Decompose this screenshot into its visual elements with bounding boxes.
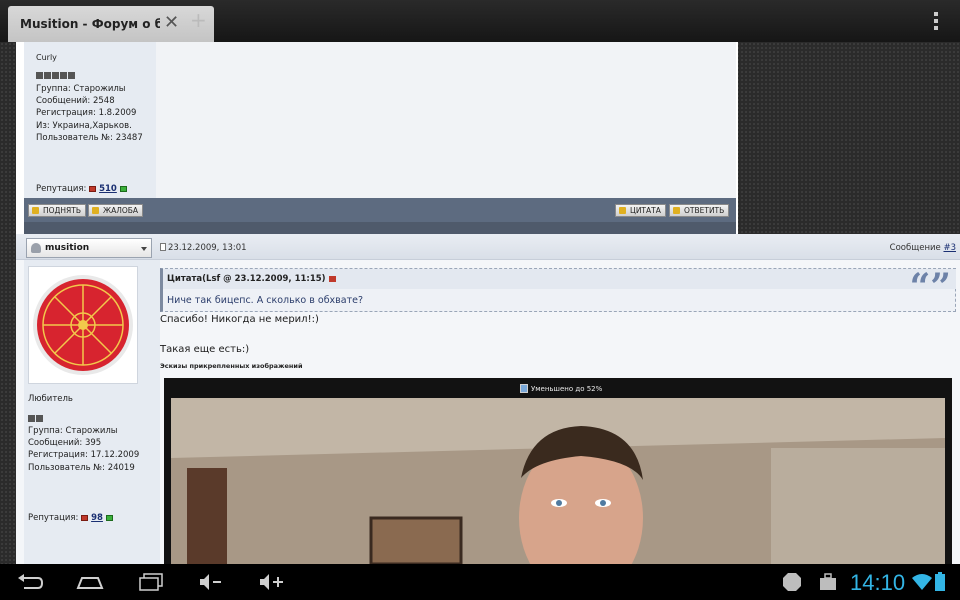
post-permalink[interactable]: #3 xyxy=(943,243,956,253)
user-messages: Сообщений: 2548 xyxy=(36,96,115,106)
up-arrow-icon xyxy=(32,207,39,214)
rank-pips xyxy=(28,407,44,426)
reputation-value[interactable]: 510 xyxy=(99,184,117,194)
system-navigation-bar: 14:10 xyxy=(0,564,960,600)
user-location: Из: Украина,Харьков. xyxy=(36,121,132,131)
home-icon[interactable] xyxy=(76,572,104,592)
post-body-line: Такая еще есть:) xyxy=(160,344,250,355)
image-icon xyxy=(520,384,528,393)
reputation-label: Репутация: xyxy=(36,184,87,194)
attachments-label: Эскизы прикрепленных изображений xyxy=(160,362,303,370)
user-menu-dropdown[interactable]: musition xyxy=(26,238,152,258)
quote-block: Цитата(Lsf @ 23.12.2009, 11:15) Ниче так… xyxy=(160,268,956,312)
user-registered: Регистрация: 1.8.2009 xyxy=(36,108,137,118)
plus-icon xyxy=(619,207,626,214)
post-username: musition xyxy=(45,243,90,253)
user-number: Пользователь №: 24019 xyxy=(28,463,135,473)
browser-tab-bar: Musition - Форум о боди... ✕ + xyxy=(0,0,960,42)
wifi-icon xyxy=(912,574,932,590)
bump-button[interactable]: ПОДНЯТЬ xyxy=(28,204,86,217)
tab-title: Musition - Форум о боди... xyxy=(20,17,160,31)
user-icon xyxy=(31,243,41,253)
briefcase-icon[interactable] xyxy=(818,572,838,592)
back-icon[interactable] xyxy=(16,572,44,592)
quote-mark-icon: “” xyxy=(909,266,951,308)
adblock-icon[interactable] xyxy=(782,572,802,592)
user-group: Группа: Старожилы xyxy=(28,426,118,436)
resize-note: Уменьшено до 52% xyxy=(520,384,602,393)
avatar xyxy=(28,266,138,384)
close-tab-icon[interactable]: ✕ xyxy=(164,14,179,32)
recent-apps-icon[interactable] xyxy=(138,572,166,592)
reputation-value[interactable]: 98 xyxy=(91,513,103,523)
quote-button[interactable]: ЦИТАТА xyxy=(615,204,666,217)
user-group: Группа: Старожилы xyxy=(36,84,126,94)
user-rank: Любитель xyxy=(28,394,73,404)
warning-icon xyxy=(92,207,99,214)
post-content xyxy=(156,42,736,198)
post-header: musition 23.12.2009, 13:01 Сообщение #3 xyxy=(16,234,960,260)
rank-pips xyxy=(36,64,76,79)
battery-icon xyxy=(935,572,945,591)
post-number: Сообщение #3 xyxy=(889,243,956,253)
reputation: Репутация: 98 xyxy=(28,513,113,523)
volume-up-icon[interactable] xyxy=(258,572,286,592)
reputation-plus-icon[interactable] xyxy=(119,185,127,192)
document-icon xyxy=(160,243,166,251)
clock: 14:10 xyxy=(850,570,906,595)
volume-down-icon[interactable] xyxy=(198,572,224,592)
username: Curly xyxy=(36,53,57,62)
forum-post: musition 23.12.2009, 13:01 Сообщение #3 xyxy=(16,234,960,564)
new-tab-button[interactable]: + xyxy=(190,10,207,30)
reputation-minus-icon[interactable] xyxy=(89,185,97,192)
overflow-menu-icon[interactable] xyxy=(930,12,942,30)
post-button-bar: ПОДНЯТЬ ЖАЛОБА ЦИТАТА ОТВЕТИТЬ xyxy=(24,198,736,222)
user-panel: Curly Группа: Старожилы Сообщений: 2548 … xyxy=(24,42,156,198)
reputation: Репутация: 510 xyxy=(36,184,127,194)
quote-icon xyxy=(673,207,680,214)
previous-post: Curly Группа: Старожилы Сообщений: 2548 … xyxy=(16,42,738,234)
reputation-plus-icon[interactable] xyxy=(105,514,113,521)
user-panel: Любитель Группа: Старожилы Сообщений: 39… xyxy=(24,260,160,564)
attached-image-frame[interactable]: Уменьшено до 52% xyxy=(164,378,952,564)
quote-text: Ниче так бицепс. А сколько в обхвате? xyxy=(167,295,364,306)
user-registered: Регистрация: 17.12.2009 xyxy=(28,450,140,460)
report-button[interactable]: ЖАЛОБА xyxy=(88,204,144,217)
reputation-label: Репутация: xyxy=(28,513,79,523)
user-number: Пользователь №: 23487 xyxy=(36,133,143,143)
attached-photo[interactable] xyxy=(171,398,945,564)
post-body-line: Спасибо! Никогда не мерил!:) xyxy=(160,314,319,325)
back-link-icon[interactable] xyxy=(328,275,336,282)
browser-tab[interactable]: Musition - Форум о боди... ✕ xyxy=(8,6,214,42)
chevron-down-icon xyxy=(141,247,147,251)
post-divider xyxy=(24,222,736,234)
reputation-minus-icon[interactable] xyxy=(81,514,89,521)
reply-button[interactable]: ОТВЕТИТЬ xyxy=(669,204,730,217)
quote-header: Цитата(Lsf @ 23.12.2009, 11:15) xyxy=(163,269,956,289)
post-date: 23.12.2009, 13:01 xyxy=(160,243,247,253)
user-messages: Сообщений: 395 xyxy=(28,438,102,448)
